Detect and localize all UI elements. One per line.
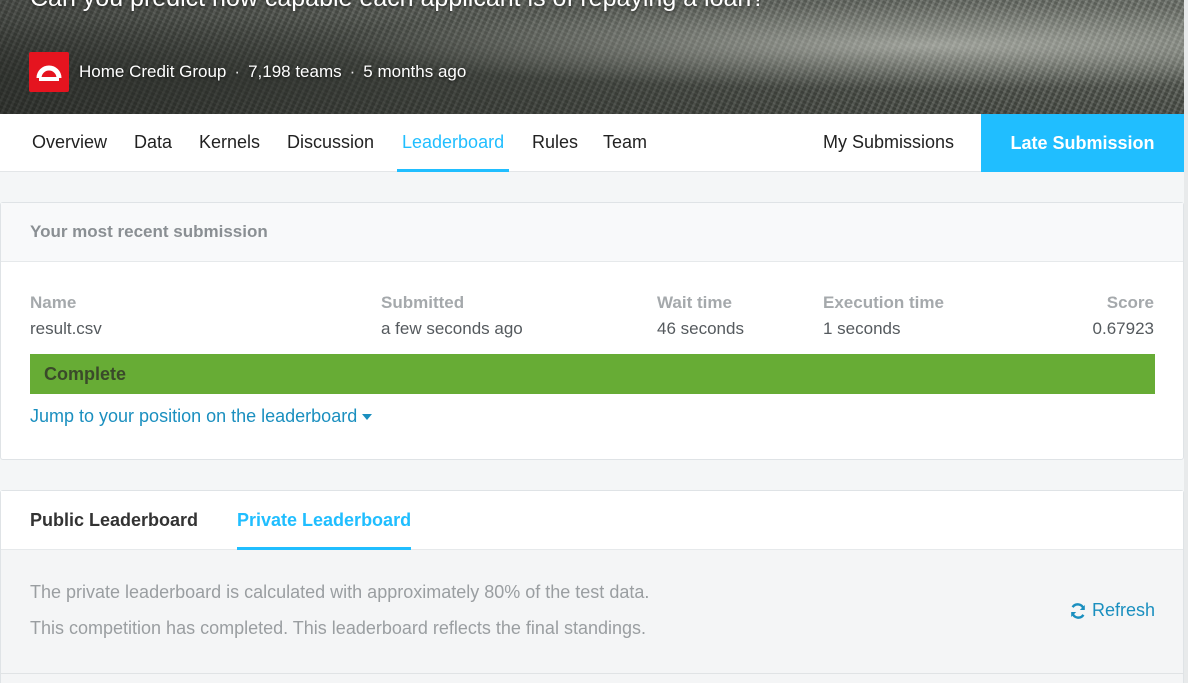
tab-leaderboard[interactable]: Leaderboard — [397, 114, 510, 172]
submitted-label: Submitted — [381, 293, 465, 312]
caret-down-icon — [362, 413, 373, 420]
submitted-column: Submitted a few seconds ago — [381, 293, 523, 339]
meta-separator: · — [349, 62, 356, 81]
submission-name-column: Name result.csv — [30, 293, 102, 339]
competition-nav: Overview Data Kernels Discussion Leaderb… — [0, 114, 1184, 172]
home-credit-logo[interactable] — [29, 52, 69, 92]
competition-age: 5 months ago — [363, 62, 467, 81]
tab-data[interactable]: Data — [134, 114, 172, 172]
recent-submission-header: Your most recent submission — [1, 203, 1183, 262]
wait-time-column: Wait time 46 seconds — [657, 293, 744, 339]
competition-meta: Home Credit Group · 7,198 teams · 5 mont… — [29, 52, 466, 92]
wait-time-label: Wait time — [657, 293, 732, 312]
home-credit-logo-icon — [36, 65, 62, 81]
name-label: Name — [30, 293, 77, 312]
scrollbar-track[interactable] — [1184, 0, 1188, 683]
execution-time-value: 1 seconds — [823, 319, 901, 338]
wait-time-value: 46 seconds — [657, 319, 744, 338]
status-bar: Complete — [30, 354, 1155, 394]
competition-header-banner: Can you predict how capable each applica… — [0, 0, 1188, 114]
jump-link-label: Jump to your position on the leaderboard — [30, 406, 358, 426]
recent-submission-card: Your most recent submission Name result.… — [0, 202, 1184, 460]
tab-private-leaderboard[interactable]: Private Leaderboard — [237, 491, 412, 550]
execution-time-column: Execution time 1 seconds — [823, 293, 944, 339]
tab-kernels[interactable]: Kernels — [199, 114, 260, 172]
divider — [0, 673, 1184, 674]
meta-separator: · — [234, 62, 241, 81]
competition-subtitle: Can you predict how capable each applica… — [30, 0, 765, 13]
refresh-icon — [1071, 602, 1085, 619]
tab-rules[interactable]: Rules — [532, 114, 578, 172]
leaderboard-tabs: Public Leaderboard Private Leaderboard — [1, 491, 1183, 550]
score-value: 0.67923 — [1092, 319, 1154, 338]
jump-to-position-link[interactable]: Jump to your position on the leaderboard — [30, 406, 373, 427]
leaderboard-card: Public Leaderboard Private Leaderboard T… — [0, 490, 1184, 683]
name-value: result.csv — [30, 319, 102, 338]
status-label: Complete — [44, 363, 127, 384]
execution-time-label: Execution time — [823, 293, 944, 312]
tab-discussion[interactable]: Discussion — [287, 114, 374, 172]
tab-public-leaderboard[interactable]: Public Leaderboard — [30, 491, 198, 550]
refresh-button[interactable]: Refresh — [1069, 600, 1155, 621]
tab-team[interactable]: Team — [603, 114, 647, 172]
host-name[interactable]: Home Credit Group — [79, 62, 226, 82]
score-label: Score — [1106, 293, 1154, 312]
late-submission-button[interactable]: Late Submission — [981, 114, 1184, 172]
leaderboard-note-final: This competition has completed. This lea… — [30, 618, 646, 638]
leaderboard-info: The private leaderboard is calculated wi… — [1, 550, 1183, 683]
my-submissions-link[interactable]: My Submissions — [823, 114, 954, 172]
tab-overview[interactable]: Overview — [32, 114, 107, 172]
team-count[interactable]: 7,198 teams — [248, 62, 342, 82]
leaderboard-note-percentage: The private leaderboard is calculated wi… — [30, 582, 650, 602]
score-column: Score 0.67923 — [1093, 293, 1154, 339]
refresh-label: Refresh — [1092, 600, 1156, 620]
submitted-value: a few seconds ago — [381, 319, 523, 338]
